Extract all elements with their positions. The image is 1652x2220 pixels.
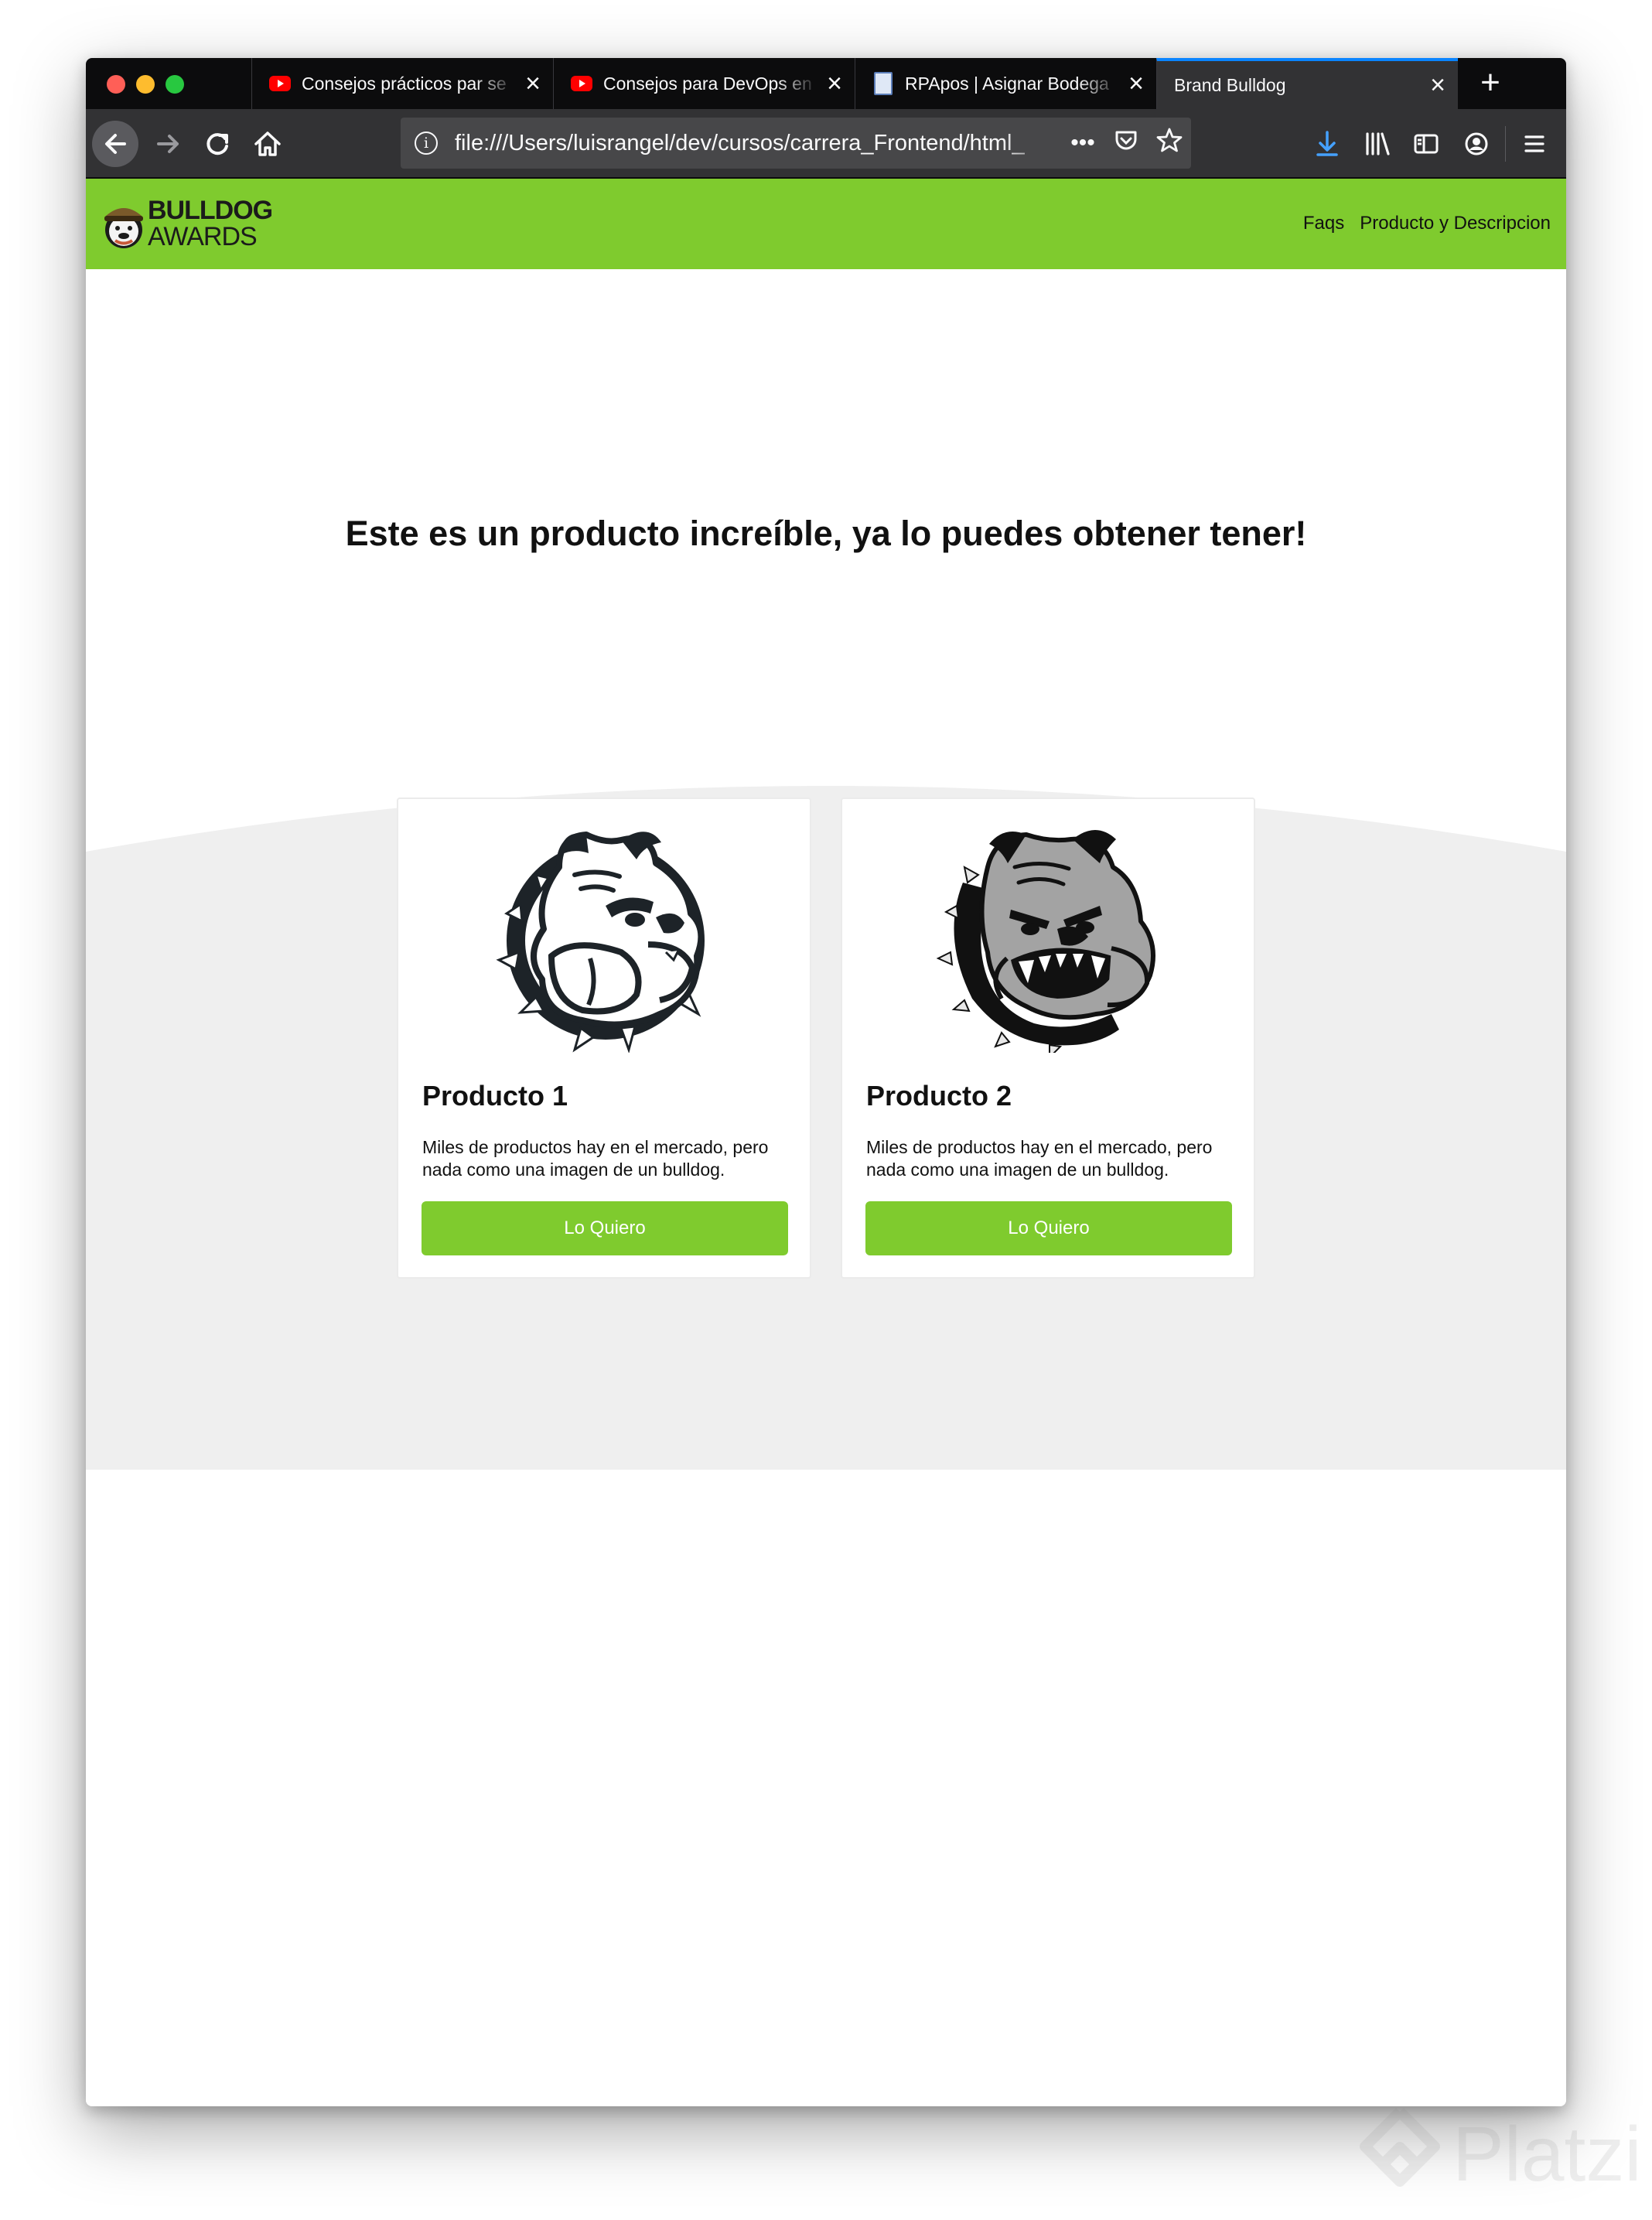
arrow-left-icon [105,134,126,154]
tab-label: Brand Bulldog [1174,74,1286,95]
forward-button[interactable] [149,125,188,163]
home-button[interactable] [248,125,287,163]
youtube-icon [269,75,291,92]
hamburger-menu-icon[interactable] [1515,125,1554,163]
close-tab-icon[interactable]: × [1121,69,1152,99]
toolbar-separator [1505,126,1506,162]
tab-label: Consejos para DevOps en [603,73,812,94]
browser-tab-1[interactable]: Consejos prácticos par se × [251,58,553,109]
web-page: BULLDOG AWARDS Faqs Producto y Descripci… [86,179,1566,2106]
page-actions-icon[interactable]: ••• [1061,130,1104,156]
grey-section-background [86,786,1566,1470]
close-tab-icon[interactable]: × [517,69,548,99]
tab-strip: Consejos prácticos par se × Consejos par… [86,58,1566,109]
site-header: BULLDOG AWARDS Faqs Producto y Descripci… [86,179,1566,269]
browser-tab-active[interactable]: Brand Bulldog × [1156,58,1458,109]
tab-label: Consejos prácticos par se [302,73,507,94]
hero-title: Este es un producto increíble, ya lo pue… [345,514,1307,553]
address-bar[interactable]: i file:///Users/luisrangel/dev/cursos/ca… [401,118,1191,169]
maximize-window-button[interactable] [166,75,184,94]
pocket-icon[interactable] [1104,127,1148,159]
close-tab-icon[interactable]: × [819,69,850,99]
browser-tab-3[interactable]: RPApos | Asignar Bodega × [855,58,1156,109]
reload-icon [206,133,228,155]
new-tab-button[interactable]: + [1470,63,1510,103]
platzi-watermark: Platzi [1353,2104,1647,2212]
product-description: Miles de productos hay en el mercado, pe… [422,1137,769,1180]
bulldog-logo-icon [104,208,143,248]
browser-window: Consejos prácticos par se × Consejos par… [86,58,1566,2106]
product-title: Producto 2 [866,1080,1012,1112]
logo-line-1: BULLDOG [148,196,273,225]
nav-link-faqs[interactable]: Faqs [1303,213,1344,234]
nav-link-producto[interactable]: Producto y Descripcion [1360,213,1551,234]
arrow-right-icon [157,135,179,153]
back-button[interactable] [92,121,138,167]
url-text[interactable]: file:///Users/luisrangel/dev/cursos/carr… [455,131,1061,156]
product-description: Miles de productos hay en el mercado, pe… [866,1137,1213,1180]
site-info-icon[interactable]: i [415,131,438,155]
browser-tab-2[interactable]: Consejos para DevOps en × [553,58,855,109]
site-nav: Faqs Producto y Descripcion [1303,213,1551,234]
lo-quiero-button[interactable]: Lo Quiero [422,1201,788,1255]
lo-quiero-button[interactable]: Lo Quiero [865,1201,1232,1255]
home-icon [254,131,281,156]
product-card: Producto 2 Miles de productos hay en el … [841,797,1255,1279]
bulldog-black-white-icon [496,832,705,1053]
platzi-logo-icon [1360,2108,1440,2187]
sidebar-icon[interactable] [1407,125,1446,163]
product-title: Producto 1 [422,1080,568,1112]
youtube-icon [571,75,592,92]
platzi-wordmark: Platzi [1452,2111,1642,2198]
brand-logo[interactable]: BULLDOG AWARDS [101,197,273,251]
close-window-button[interactable] [107,75,125,94]
bookmark-star-icon[interactable] [1148,126,1191,160]
document-icon [872,72,894,95]
close-tab-icon[interactable]: × [1422,70,1453,101]
product-card: Producto 1 Miles de productos hay en el … [397,797,811,1279]
bulldog-grey-icon [936,830,1155,1053]
download-icon[interactable] [1308,125,1347,163]
account-icon[interactable] [1457,125,1496,163]
library-icon[interactable] [1358,125,1397,163]
logo-line-2: AWARDS [148,222,258,251]
minimize-window-button[interactable] [136,75,155,94]
reload-button[interactable] [198,125,237,163]
tab-label: RPApos | Asignar Bodega [905,73,1109,94]
navigation-toolbar: i file:///Users/luisrangel/dev/cursos/ca… [86,109,1566,179]
